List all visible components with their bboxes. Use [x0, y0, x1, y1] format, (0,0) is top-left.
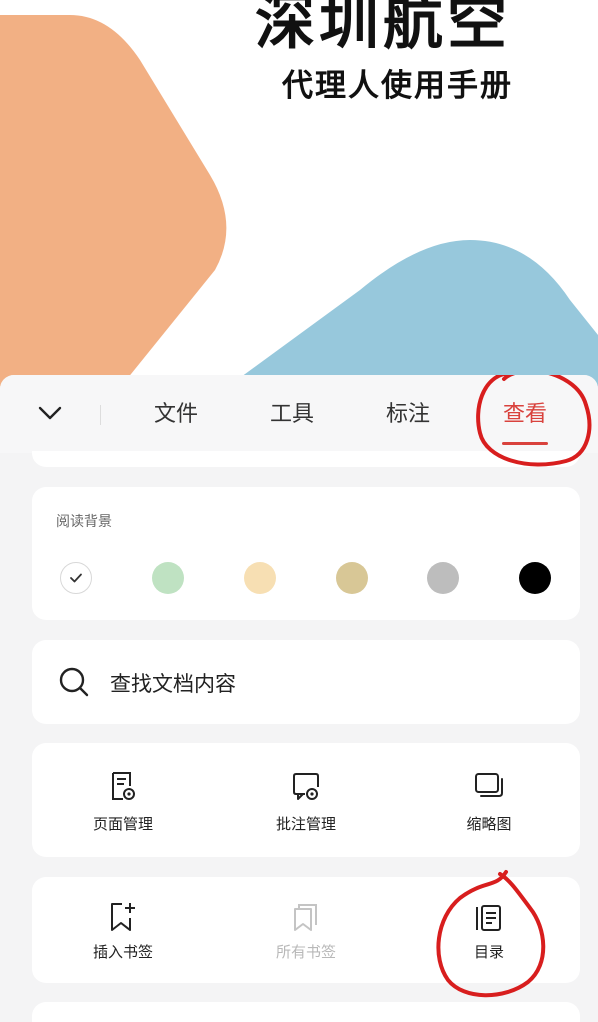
orange-shape — [0, 15, 227, 400]
document-subtitle: 代理人使用手册 — [282, 68, 513, 104]
swatch-white[interactable] — [60, 562, 92, 594]
insert-bookmark-button[interactable]: 插入书签 — [32, 877, 214, 983]
thumbnail-label: 缩略图 — [466, 815, 512, 833]
bookmark-tools-card: 插入书签 所有书签 目录 — [32, 877, 580, 983]
swatch-gray[interactable] — [427, 562, 459, 594]
page-manage-icon — [112, 772, 135, 800]
next-card-edge — [32, 1002, 580, 1022]
toc-icon — [476, 905, 501, 931]
active-tab-indicator — [502, 442, 548, 445]
search-card: 查找文档内容 — [32, 640, 580, 724]
tab-view[interactable]: 查看 — [495, 397, 555, 437]
previous-card-edge — [32, 451, 580, 467]
insert-bookmark-icon — [111, 903, 135, 931]
reading-background-card: 阅读背景 — [32, 487, 580, 620]
view-panel-sheet: 文件 工具 标注 查看 阅读背景 查找文档内容 页面管理 批注管理 缩略图 插入… — [0, 375, 598, 1022]
page-manage-button[interactable]: 页面管理 — [32, 743, 214, 857]
insert-bookmark-label: 插入书签 — [92, 943, 153, 961]
all-bookmarks-button: 所有书签 — [215, 877, 397, 983]
search-document-button[interactable]: 查找文档内容 — [32, 640, 580, 724]
toc-label: 目录 — [473, 943, 504, 961]
toc-button[interactable]: 目录 — [398, 877, 580, 983]
thumbnail-icon — [475, 773, 503, 797]
collapse-button[interactable] — [30, 393, 70, 433]
tab-tools[interactable]: 工具 — [262, 397, 322, 437]
annotation-manage-icon — [293, 773, 319, 800]
reading-background-label: 阅读背景 — [56, 514, 112, 530]
swatch-beige[interactable] — [244, 562, 276, 594]
search-label: 查找文档内容 — [110, 672, 236, 696]
tab-annotate[interactable]: 标注 — [378, 397, 438, 437]
swatch-green[interactable] — [152, 562, 184, 594]
check-icon — [70, 573, 82, 583]
annotation-manage-label: 批注管理 — [275, 815, 336, 833]
document-title: 深圳航空 — [255, 0, 511, 58]
tab-bar: 文件 工具 标注 查看 — [0, 375, 598, 453]
thumbnail-button[interactable]: 缩略图 — [398, 743, 580, 857]
annotation-manage-button[interactable]: 批注管理 — [215, 743, 397, 857]
chevron-down-icon — [38, 406, 62, 420]
search-icon — [59, 667, 89, 697]
page-manage-label: 页面管理 — [92, 815, 153, 833]
all-bookmarks-label: 所有书签 — [275, 943, 336, 961]
document-page: 深圳航空 代理人使用手册 — [0, 0, 598, 400]
swatch-khaki[interactable] — [336, 562, 368, 594]
swatch-black[interactable] — [519, 562, 551, 594]
tab-divider — [100, 405, 101, 425]
page-tools-card: 页面管理 批注管理 缩略图 — [32, 743, 580, 857]
all-bookmarks-icon — [294, 904, 317, 931]
tab-file[interactable]: 文件 — [146, 397, 206, 437]
